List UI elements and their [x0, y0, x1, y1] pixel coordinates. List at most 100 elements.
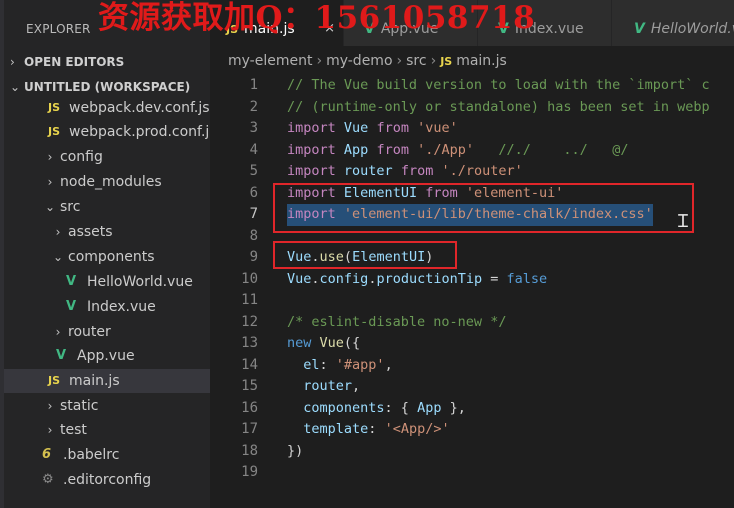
chevron-right-icon: ›	[55, 325, 61, 339]
tree-item-babelrc[interactable]: 6 .babelrc	[4, 443, 210, 467]
code-text: router,	[287, 376, 360, 398]
chevron-right-icon: ›	[10, 55, 15, 69]
code-text: components: { App },	[287, 398, 466, 420]
code-token: // (runtime-only or standalone) has been…	[287, 98, 710, 115]
workspace-label: UNTITLED (WORKSPACE)	[24, 80, 191, 94]
tree-item-index-vue[interactable]: V Index.vue	[4, 295, 210, 319]
line-number: 10	[241, 270, 258, 287]
line-number: 19	[241, 464, 258, 480]
code-line[interactable]: 14 el: '#app',	[210, 355, 734, 377]
chevron-right-icon: ›	[316, 53, 323, 69]
code-line[interactable]: 1 // The Vue build version to load with t…	[210, 75, 734, 97]
tree-item-label: node_modules	[60, 174, 162, 190]
line-number: 7	[249, 206, 258, 222]
chevron-down-icon: ⌄	[10, 80, 21, 94]
breadcrumb-item[interactable]: src	[406, 53, 426, 69]
tree-item-label: src	[60, 199, 81, 215]
tree-item-node-modules[interactable]: › node_modules	[4, 170, 210, 194]
tree-item-app-vue[interactable]: V App.vue	[4, 344, 210, 368]
code-line[interactable]: 2 // (runtime-only or standalone) has bee…	[210, 97, 734, 119]
tree-item-src[interactable]: ⌄ src	[4, 195, 210, 219]
code-token: import	[287, 120, 336, 136]
code-token: './router'	[441, 163, 523, 179]
vue-file-icon: V	[56, 348, 67, 363]
code-line[interactable]: 16 components: { App },	[210, 398, 734, 420]
tree-item-label: Index.vue	[87, 299, 156, 315]
line-number: 8	[249, 227, 258, 244]
code-text: import App from './App' //./ ../ @/	[287, 140, 628, 162]
code-editor[interactable]: 1 // The Vue build version to load with t…	[210, 75, 734, 508]
open-editors-section[interactable]: › OPEN EDITORS	[10, 51, 124, 73]
tree-item-label: main.js	[69, 373, 120, 389]
code-token: :	[368, 421, 385, 437]
code-token: /* eslint-disable no-new */	[287, 313, 507, 330]
code-token: =	[482, 270, 507, 287]
code-token: '#app'	[335, 356, 385, 373]
tree-item-helloworld-vue[interactable]: V HelloWorld.vue	[4, 270, 210, 294]
line-number: 4	[249, 141, 258, 158]
tree-item-label: webpack.dev.conf.js	[69, 100, 210, 116]
breadcrumb-item[interactable]: my-element	[228, 53, 312, 69]
tree-item-webpack-prod-conf-js[interactable]: JS webpack.prod.conf.js	[4, 120, 210, 144]
code-line[interactable]: 13 new Vue({	[210, 333, 734, 355]
chevron-right-icon: ›	[430, 53, 437, 69]
code-token: :	[319, 356, 336, 373]
code-token: Vue	[343, 120, 369, 136]
tree-item-components[interactable]: ⌄ components	[4, 245, 210, 269]
code-text: el: '#app',	[287, 355, 392, 377]
watermark-text: 资源获取加Q：1561058718	[98, 0, 536, 36]
tree-item-router[interactable]: › router	[4, 320, 210, 344]
code-line[interactable]: 19	[210, 462, 734, 484]
tree-item-editorconfig[interactable]: ⚙ .editorconfig	[4, 468, 210, 492]
code-token: .	[311, 270, 320, 287]
babel-file-icon: 6	[42, 447, 52, 462]
tree-item-main-js[interactable]: JS main.js	[4, 369, 210, 393]
workspace-section[interactable]: ⌄ UNTITLED (WORKSPACE)	[10, 76, 190, 98]
code-token: ({	[343, 335, 361, 351]
code-text: })	[287, 441, 303, 463]
breadcrumb-file[interactable]: main.js	[456, 53, 507, 69]
code-text: // (runtime-only or standalone) has been…	[287, 97, 710, 119]
tree-item-static[interactable]: › static	[4, 394, 210, 418]
line-number: 14	[241, 356, 258, 373]
code-line[interactable]: 15 router,	[210, 376, 734, 398]
code-line[interactable]: 17 template: '<App/>'	[210, 419, 734, 441]
code-token: router	[303, 378, 353, 394]
code-token: App	[417, 399, 442, 416]
code-token: components	[303, 399, 385, 416]
code-token: //./ ../ @/	[498, 141, 629, 158]
code-line[interactable]: 11	[210, 290, 734, 312]
code-line[interactable]: 10 Vue.config.productionTip = false	[210, 269, 734, 291]
chevron-right-icon: ›	[47, 399, 53, 413]
tree-item-label: webpack.prod.conf.js	[69, 124, 210, 140]
code-line[interactable]: 5 import router from './router'	[210, 161, 734, 183]
vue-file-icon: V	[634, 21, 645, 37]
code-token: config	[319, 270, 369, 287]
line-number: 17	[241, 421, 258, 437]
code-line[interactable]: 4 import App from './App' //./ ../ @/	[210, 140, 734, 162]
line-number: 3	[249, 120, 258, 136]
code-text: /* eslint-disable no-new */	[287, 312, 506, 334]
tab-helloworld-vue[interactable]: V HelloWorld.vue	[612, 0, 734, 46]
code-line[interactable]: 3 import Vue from 'vue'	[210, 118, 734, 140]
code-token: : {	[384, 399, 418, 416]
chevron-right-icon: ›	[47, 423, 53, 437]
breadcrumb-item[interactable]: my-demo	[326, 53, 392, 69]
tree-item-test[interactable]: › test	[4, 418, 210, 442]
tree-item-webpack-dev-conf-js[interactable]: JS webpack.dev.conf.js	[4, 96, 210, 120]
code-line[interactable]: 18})	[210, 441, 734, 463]
code-token: import	[287, 141, 336, 158]
tree-item-config[interactable]: › config	[4, 145, 210, 169]
tree-item-assets[interactable]: › assets	[4, 220, 210, 244]
code-line[interactable]: 12 /* eslint-disable no-new */	[210, 312, 734, 334]
code-token: // The Vue build version to load with th…	[287, 77, 710, 93]
line-number: 18	[241, 442, 258, 459]
